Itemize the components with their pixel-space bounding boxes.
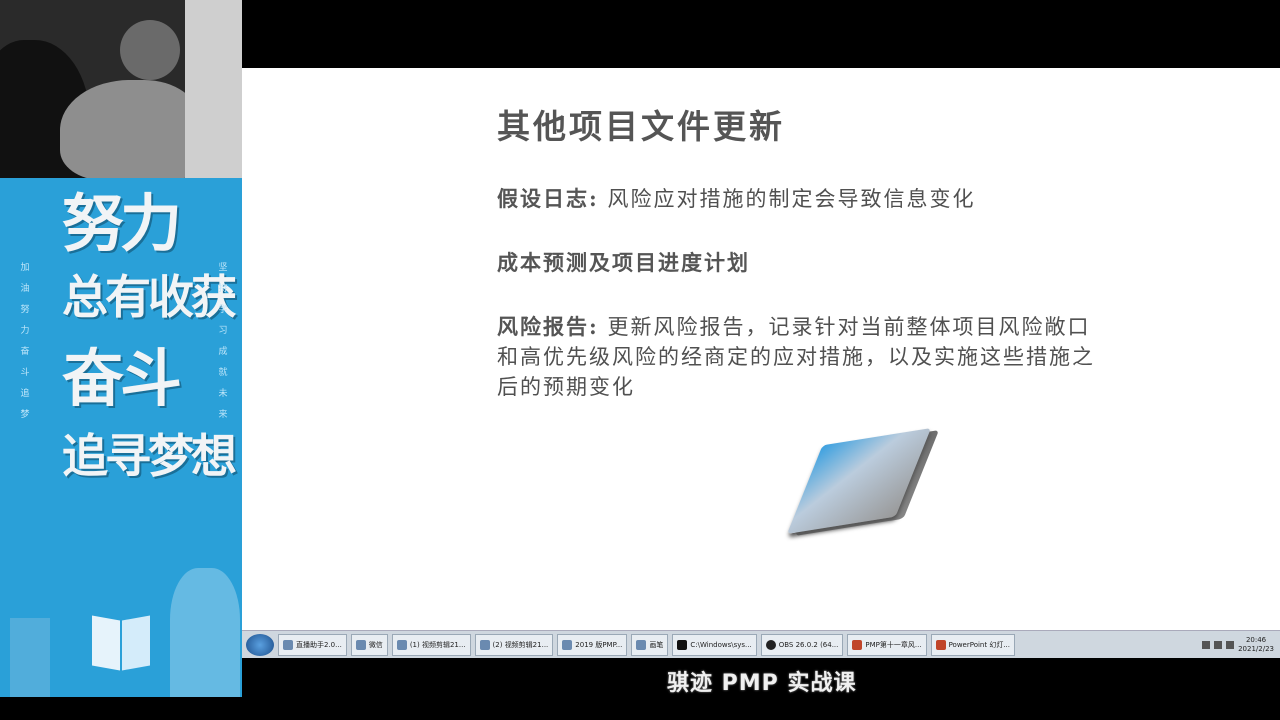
folder-icon [786, 428, 947, 558]
banner-right-vertical-text: 坚持学习成就未来 [218, 263, 228, 420]
item-text: 风险应对措施的制定会导致信息变化 [607, 187, 976, 211]
taskbar-item[interactable]: (2) 视频剪辑21... [474, 634, 554, 656]
banner-line3: 奋斗 [62, 342, 182, 415]
taskbar-item-label: (2) 视频剪辑21... [492, 641, 549, 649]
obs-icon [765, 640, 776, 650]
start-button[interactable] [246, 634, 274, 656]
webcam-shape [120, 20, 180, 80]
taskbar-item[interactable]: (1) 视频剪辑21... [391, 634, 471, 656]
app-icon [283, 640, 293, 650]
item-label: 假设日志 [497, 186, 589, 211]
slide-item-cost-forecast: 成本预测及项目进度计划 [497, 248, 750, 278]
powerpoint-icon [935, 640, 946, 650]
banner-figure-decoration [10, 618, 50, 697]
app-icon [479, 640, 490, 650]
taskbar-item-label: C:\Windows\sys... [690, 641, 752, 649]
windows-taskbar: 直播助手2.0... 微信 (1) 视频剪辑21... (2) 视频剪辑21..… [242, 630, 1280, 659]
taskbar-item[interactable]: OBS 26.0.2 (64... [760, 634, 844, 656]
clock-time: 20:46 [1245, 636, 1267, 644]
presentation-slide: 其他项目文件更新 假设日志: 风险应对措施的制定会导致信息变化 成本预测及项目进… [242, 68, 1280, 630]
clock[interactable]: 20:46 2021/2/23 [1238, 636, 1274, 654]
banner-line4: 追寻梦想 [62, 429, 237, 483]
webcam-shape [60, 80, 200, 178]
banner-left-vertical-text: 加油努力奋斗追梦 [20, 263, 30, 420]
open-book-icon [92, 608, 152, 671]
network-icon[interactable] [1214, 641, 1223, 649]
taskbar-item-label: 直播助手2.0... [296, 641, 342, 649]
motivation-banner: 努力 总有收获 奋斗 追寻梦想 加油努力奋斗追梦 坚持学习成就未来 [0, 178, 242, 697]
item-separator: : [589, 314, 599, 339]
taskbar-item-label: 画笔 [649, 641, 664, 649]
course-caption: 骐迹 PMP 实战课 [667, 671, 857, 696]
webcam-feed [0, 0, 242, 178]
taskbar-item-label: PowerPoint 幻灯... [948, 641, 1011, 649]
clock-date: 2021/2/23 [1238, 645, 1274, 653]
terminal-icon [677, 640, 688, 650]
banner-line2: 总有收获 [62, 270, 237, 324]
item-label: 风险报告 [497, 314, 589, 339]
taskbar-item[interactable]: 微信 [350, 634, 388, 656]
left-column: 努力 总有收获 奋斗 追寻梦想 加油努力奋斗追梦 坚持学习成就未来 [0, 0, 242, 697]
banner-line1: 努力 [62, 187, 182, 260]
app-icon [355, 640, 366, 650]
taskbar-item-label: (1) 视频剪辑21... [409, 641, 466, 649]
taskbar-item[interactable]: PMP第十一章风... [847, 634, 927, 656]
taskbar-item-label: 2019 版PMP... [575, 641, 623, 649]
top-black-bar [242, 0, 1280, 68]
tray-icon[interactable] [1202, 641, 1211, 649]
app-icon [636, 640, 647, 650]
slide-title: 其他项目文件更新 [497, 107, 785, 146]
taskbar-item[interactable]: C:\Windows\sys... [672, 634, 757, 656]
taskbar-item-label: OBS 26.0.2 (64... [778, 641, 839, 649]
volume-icon[interactable] [1226, 641, 1235, 649]
taskbar-item[interactable]: 2019 版PMP... [557, 634, 628, 656]
webcam-shape [185, 0, 242, 178]
banner-figure-decoration [170, 568, 240, 697]
taskbar-item-label: 微信 [368, 641, 383, 649]
slide-item-assumption-log: 假设日志: 风险应对措施的制定会导致信息变化 [497, 184, 975, 214]
taskbar-item[interactable]: PowerPoint 幻灯... [930, 634, 1016, 656]
taskbar-item-label: PMP第十一章风... [865, 641, 922, 649]
item-separator: : [589, 186, 599, 211]
taskbar-item[interactable]: 画笔 [631, 634, 669, 656]
slide-item-risk-report: 风险报告: 更新风险报告，记录针对当前整体项目风险敞口和高优先级风险的经商定的应… [497, 312, 1097, 402]
app-icon [396, 640, 407, 650]
taskbar-item[interactable]: 直播助手2.0... [278, 634, 347, 656]
powerpoint-icon [852, 640, 863, 650]
app-icon [562, 640, 573, 650]
item-label: 成本预测及项目进度计划 [497, 250, 750, 275]
system-tray: 20:46 2021/2/23 [1202, 636, 1280, 654]
left-bottom-bar [0, 697, 242, 720]
